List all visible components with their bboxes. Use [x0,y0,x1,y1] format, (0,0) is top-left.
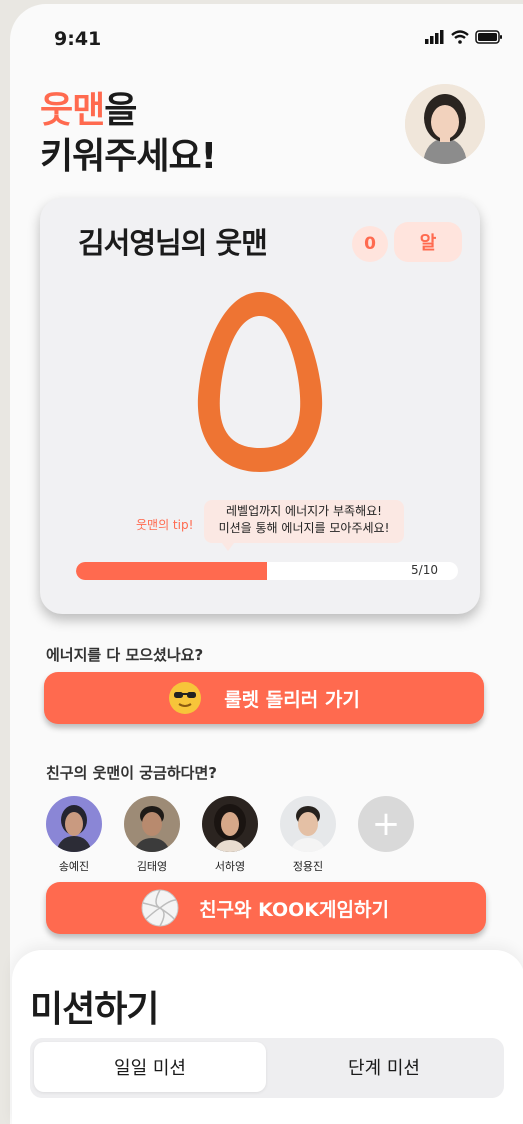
friend-avatar [280,796,336,852]
sunglasses-emoji-icon [168,681,202,715]
hero-heading: 웃맨을 키워주세요! [40,88,217,180]
mission-panel: 미션하기 일일 미션 단계 미션 [12,950,523,1124]
friend-item[interactable]: 김태영 [124,796,180,874]
egg-character[interactable] [192,286,328,478]
energy-progress-text: 5/10 [411,563,438,577]
plus-icon: + [358,796,414,852]
friend-name: 김태영 [136,860,168,873]
stage-badge: 알 [394,222,462,262]
friend-item[interactable]: 서하영 [202,796,258,874]
status-time: 9:41 [54,28,102,50]
volleyball-icon [141,889,179,927]
profile-avatar[interactable] [405,84,485,164]
tab-daily-mission[interactable]: 일일 미션 [34,1042,266,1092]
level-count-badge: 0 [352,226,388,262]
friend-name: 정용진 [292,860,324,873]
hero-accent: 웃맨 [40,90,105,131]
character-card: 김서영님의 웃맨 0 알 웃맨의 tip! 레벨업까지 에너지가 부족해요! 미… [40,198,480,614]
friend-item[interactable]: 송예진 [46,796,102,874]
kook-game-button[interactable]: 친구와 KOOK게임하기 [46,882,486,934]
tip-line-2: 미션을 통해 에너지를 모아주세요! [218,521,390,535]
friend-avatar [202,796,258,852]
battery-icon [475,30,502,44]
card-title: 김서영님의 웃맨 [78,226,268,260]
tip-bubble: 레벨업까지 에너지가 부족해요! 미션을 통해 에너지를 모아주세요! [204,500,404,551]
friend-name: 서하영 [214,860,246,873]
hero-line1-rest: 을 [104,90,137,131]
tip-label: 웃맨의 tip! [136,518,194,532]
friends-question: 친구의 웃맨이 궁금하다면? [46,764,217,782]
energy-question: 에너지를 다 모으셨나요? [46,646,204,664]
mission-tabs: 일일 미션 단계 미션 [30,1038,504,1098]
tip-line-1: 레벨업까지 에너지가 부족해요! [226,504,382,518]
mission-title: 미션하기 [30,989,159,1030]
signal-icon [425,30,444,44]
friend-avatar [124,796,180,852]
profile-photo [405,84,485,164]
energy-progress-bar: 5/10 [76,562,458,580]
tab-stage-mission[interactable]: 단계 미션 [268,1042,500,1092]
add-friend[interactable]: + [358,796,414,874]
hero-line2: 키워주세요! [40,136,217,177]
friends-list: 송예진 김태영 서하영 정용진 + [46,796,414,874]
friend-item[interactable]: 정용진 [280,796,336,874]
roulette-button-label: 룰렛 돌리러 가기 [224,688,360,711]
status-icons [425,30,503,44]
friend-name: 송예진 [58,860,90,873]
friend-avatar [46,796,102,852]
energy-progress-fill [76,562,267,580]
kook-game-button-label: 친구와 KOOK게임하기 [199,898,389,921]
wifi-icon [451,30,469,44]
roulette-button[interactable]: 룰렛 돌리러 가기 [44,672,484,724]
